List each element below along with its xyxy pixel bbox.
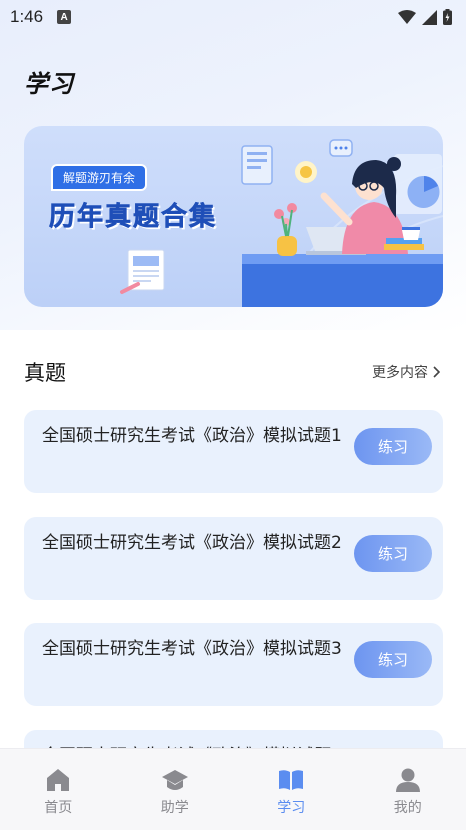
exam-title: 全国硕士研究生考试《政治》模拟试题3 (42, 639, 342, 659)
exam-card[interactable]: 全国硕士研究生考试《政治》模拟试题2 练习 (24, 517, 443, 600)
nav-item-study-help[interactable]: 助学 (117, 749, 234, 830)
wifi-icon (398, 10, 416, 24)
nav-item-profile[interactable]: 我的 (350, 749, 466, 830)
exam-card[interactable]: 全国硕士研究生考试《政治》模拟试题1 练习 (24, 410, 443, 493)
signal-icon (422, 9, 437, 25)
bottom-nav: 首页 助学 学习 我的 (0, 748, 466, 830)
page-title: 学习 (24, 70, 74, 98)
nav-label: 学习 (277, 800, 306, 816)
nav-label: 助学 (160, 800, 189, 816)
section-title: 真题 (24, 361, 66, 385)
banner[interactable]: 解题游刃有余 历年真题合集 (24, 126, 443, 307)
battery-icon (443, 9, 452, 25)
banner-title: 历年真题合集 (49, 202, 218, 233)
book-icon (279, 770, 304, 790)
more-content-label: 更多内容 (372, 365, 428, 381)
section-header: 真题 更多内容 (24, 356, 440, 388)
home-icon (47, 769, 70, 791)
status-indicators (398, 9, 452, 25)
banner-tag: 解题游刃有余 (51, 164, 148, 191)
practice-button[interactable]: 练习 (354, 428, 432, 465)
status-time: 1:46 (10, 7, 44, 26)
nav-label: 首页 (44, 800, 73, 816)
notification-badge: A (57, 10, 72, 24)
nav-item-study[interactable]: 学习 (233, 749, 350, 830)
nav-item-home[interactable]: 首页 (0, 749, 117, 830)
graduation-cap-icon (161, 770, 188, 790)
more-content-link[interactable]: 更多内容 (372, 362, 440, 382)
exam-card[interactable]: 全国硕士研究生考试《政治》模拟试题3 练习 (24, 623, 443, 706)
practice-button[interactable]: 练习 (354, 535, 432, 572)
practice-button[interactable]: 练习 (354, 641, 432, 678)
user-icon (395, 768, 420, 792)
exam-title: 全国硕士研究生考试《政治》模拟试题2 (42, 533, 342, 553)
exam-title: 全国硕士研究生考试《政治》模拟试题1 (42, 426, 342, 446)
chevron-right-icon (433, 366, 440, 378)
nav-label: 我的 (393, 800, 422, 816)
status-bar: 1:46 A (0, 0, 466, 34)
